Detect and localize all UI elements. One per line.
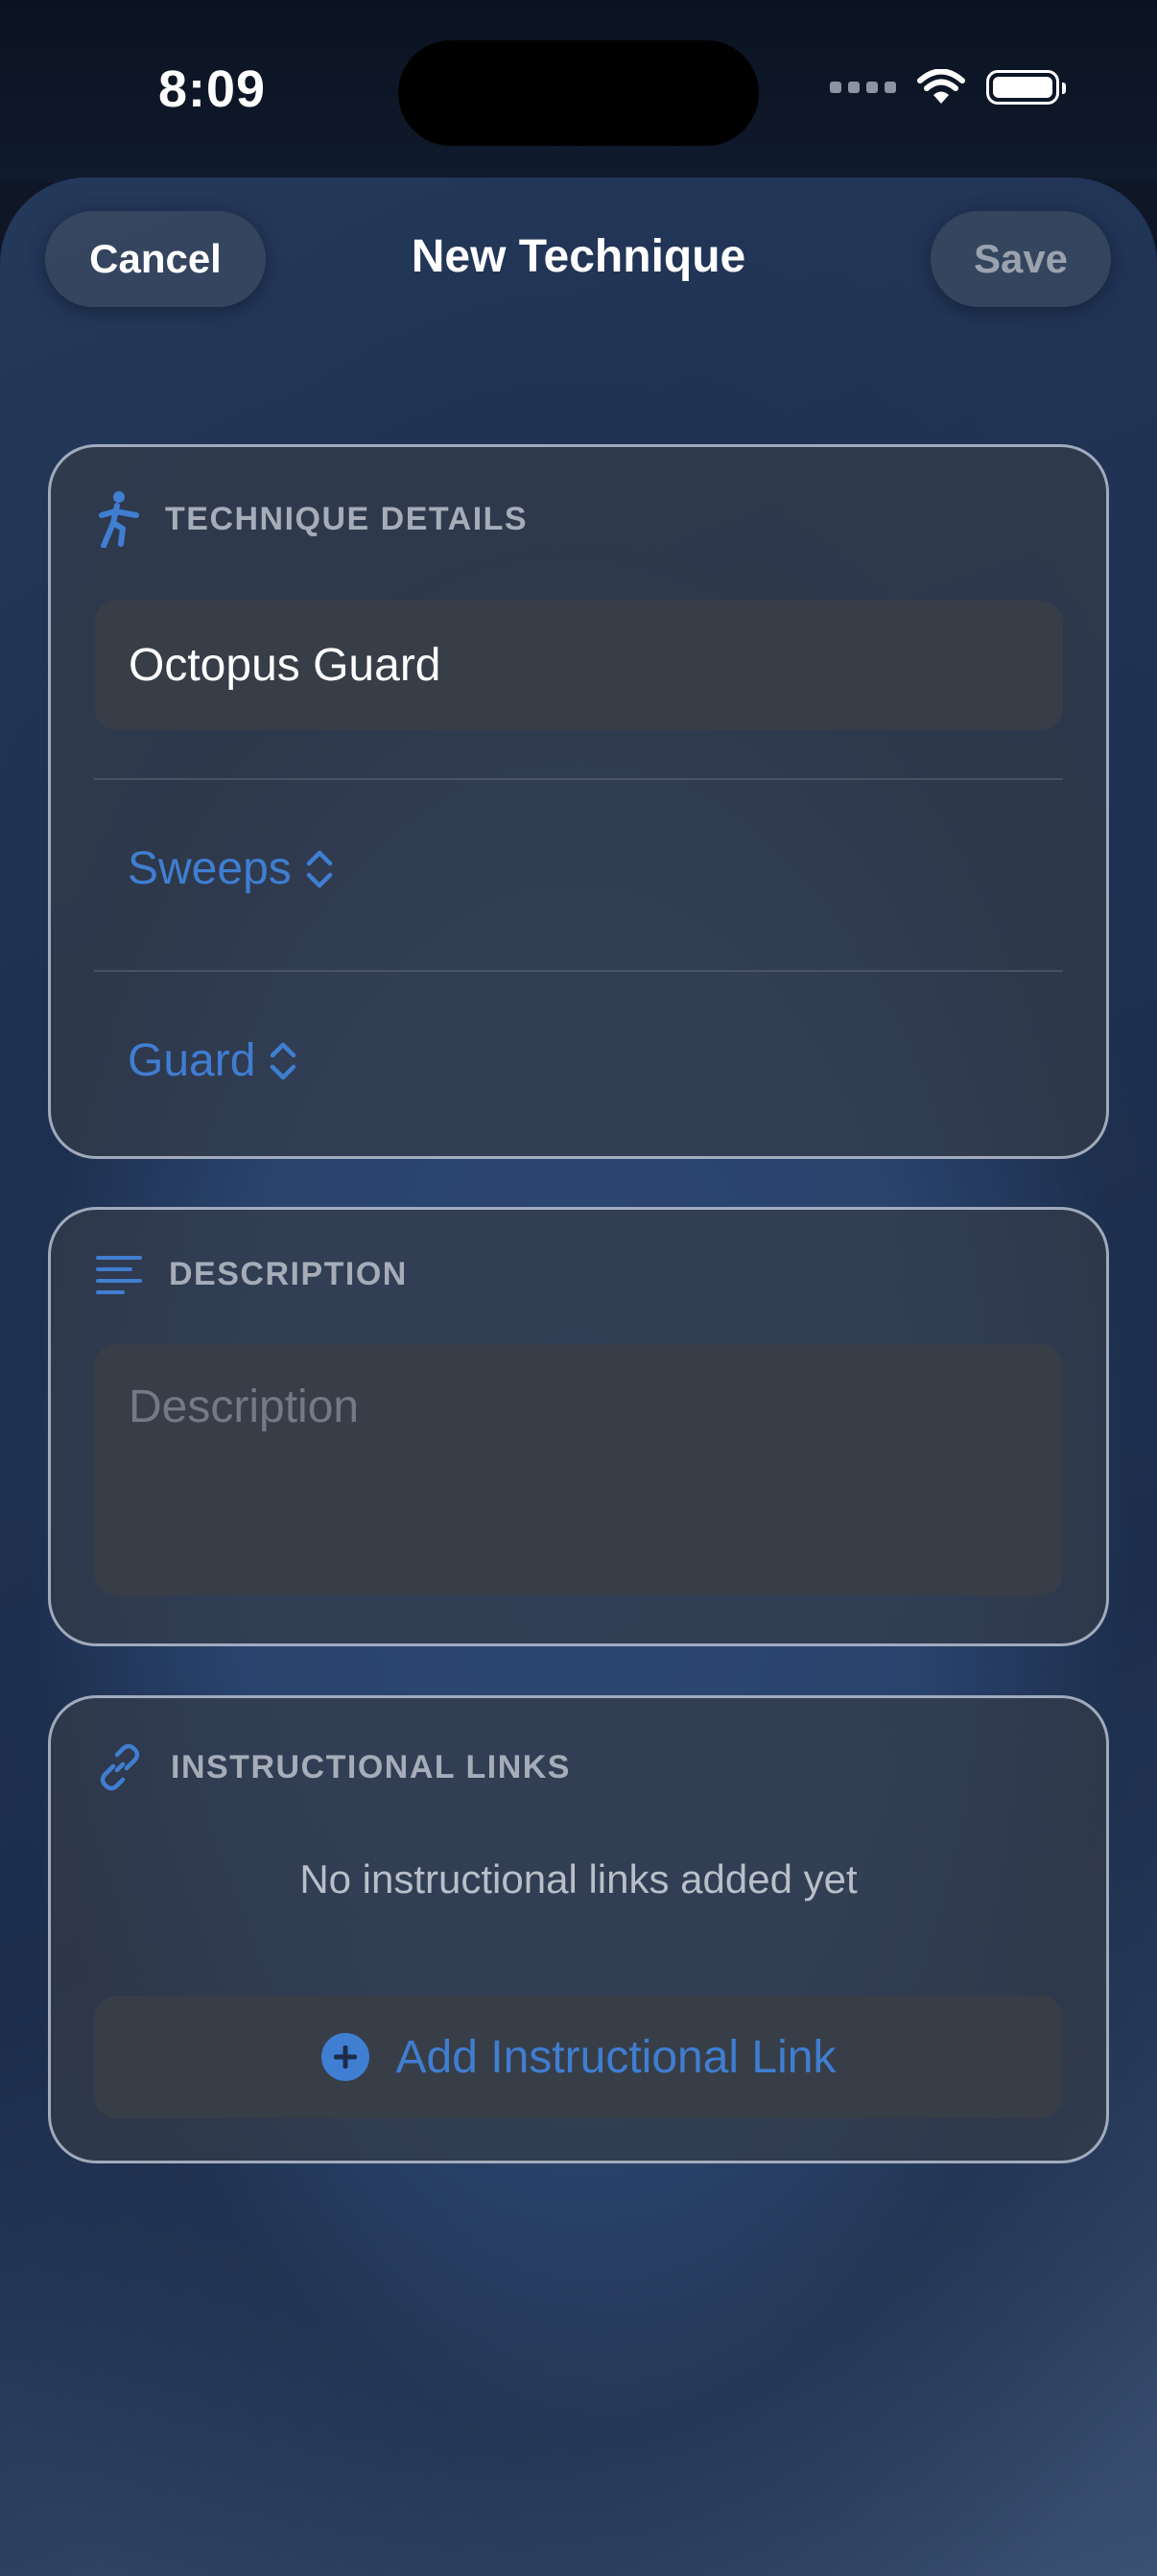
- category-picker-label: Sweeps: [128, 843, 292, 894]
- chevron-up-down-icon: [305, 848, 334, 890]
- add-instructional-link-button[interactable]: Add Instructional Link: [94, 1996, 1063, 2118]
- signal-dots-icon: [830, 82, 896, 93]
- text-lines-icon: [94, 1253, 144, 1295]
- technique-name-field[interactable]: Octopus Guard: [94, 601, 1063, 730]
- technique-details-card: TECHNIQUE DETAILS Octopus Guard Sweeps G…: [48, 444, 1109, 1159]
- add-instructional-link-label: Add Instructional Link: [395, 2031, 837, 2083]
- dynamic-island: [398, 40, 759, 146]
- figure-kick-icon: [94, 490, 140, 548]
- save-button[interactable]: Save: [931, 211, 1111, 307]
- position-picker[interactable]: Guard: [128, 1034, 297, 1087]
- empty-links-message: No instructional links added yet: [299, 1856, 858, 1902]
- category-picker[interactable]: Sweeps: [128, 842, 334, 895]
- status-bar: 8:09: [0, 0, 1157, 182]
- instructional-links-header: INSTRUCTIONAL LINKS: [94, 1741, 571, 1793]
- description-card: DESCRIPTION Description: [48, 1207, 1109, 1646]
- technique-details-header: TECHNIQUE DETAILS: [94, 490, 528, 548]
- position-picker-label: Guard: [128, 1035, 256, 1086]
- plus-circle-icon: [320, 2033, 369, 2081]
- description-header: DESCRIPTION: [94, 1253, 408, 1295]
- status-time: 8:09: [158, 60, 267, 118]
- wifi-icon: [917, 69, 965, 106]
- battery-icon: [986, 70, 1066, 105]
- description-label: DESCRIPTION: [169, 1255, 408, 1292]
- description-field[interactable]: Description: [94, 1344, 1063, 1595]
- instructional-links-label: INSTRUCTIONAL LINKS: [171, 1748, 571, 1785]
- link-icon: [94, 1741, 146, 1793]
- divider: [94, 970, 1063, 972]
- instructional-links-card: INSTRUCTIONAL LINKS No instructional lin…: [48, 1695, 1109, 2163]
- divider: [94, 778, 1063, 780]
- status-icons: [830, 69, 1066, 106]
- new-technique-sheet: Cancel New Technique Save TECHNIQUE DETA…: [0, 177, 1157, 2576]
- technique-details-label: TECHNIQUE DETAILS: [165, 500, 529, 537]
- chevron-up-down-icon: [269, 1040, 297, 1082]
